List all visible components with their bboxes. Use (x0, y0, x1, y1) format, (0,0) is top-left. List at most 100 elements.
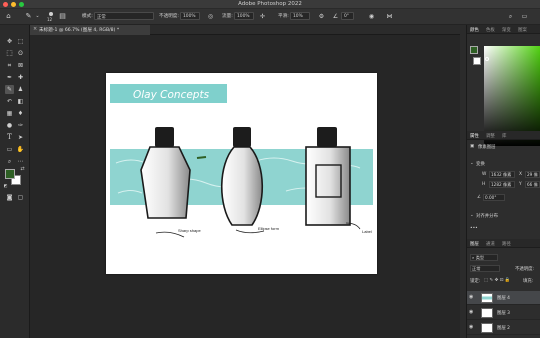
eye-icon[interactable]: ◉ (469, 294, 473, 300)
align-label: 对齐并分布 (476, 214, 498, 219)
home-icon[interactable]: ⌂ (4, 12, 13, 21)
rotation-input[interactable]: 0.00° (483, 194, 505, 201)
clone-stamp-tool-icon[interactable]: ♟ (16, 85, 25, 94)
tab-color[interactable]: 颜色 (470, 27, 479, 33)
flow-input[interactable]: 100% (234, 12, 254, 20)
eye-icon[interactable]: ◉ (469, 309, 473, 315)
quick-mask-icon[interactable]: ◙ (5, 193, 14, 202)
history-brush-tool-icon[interactable]: ↶ (5, 97, 14, 106)
smoothing-input[interactable]: 10% (290, 12, 310, 20)
layers-panel-tabs: 图层 通道 路径 (467, 239, 540, 248)
document-tab[interactable]: × 未标题-1 @ 66.7% (图层 4, RGB/8) * (30, 25, 150, 35)
caption-ellipse-form: Ellipse form (258, 226, 280, 231)
banner-title-text: Olay Concepts (133, 89, 210, 101)
fill-label: 填充: (523, 279, 534, 284)
layer-row[interactable]: ◉ 图层 2 (467, 321, 540, 335)
search-icon[interactable]: ⌕ (506, 12, 515, 21)
tab-gradients[interactable]: 渐变 (502, 27, 511, 33)
align-section-toggle[interactable]: ⌄ (470, 213, 474, 218)
move-tool-icon[interactable]: ✥ (5, 37, 14, 46)
pressure-opacity-icon[interactable]: ◎ (206, 12, 215, 21)
brush-dot-icon (49, 12, 53, 16)
more-options-icon[interactable]: ••• (470, 226, 478, 231)
y-label: Y (519, 182, 522, 187)
layer-row[interactable]: ◉ 图层 4 (467, 291, 540, 305)
brush-tool-preset-icon[interactable]: ✎ (24, 12, 33, 21)
color-panel-bg-swatch[interactable] (473, 57, 481, 65)
blend-mode-select[interactable]: 正常 (470, 265, 500, 272)
canvas-area[interactable]: Olay Concepts Sharp shape Ellipse form L… (30, 35, 460, 338)
gradient-tool-icon[interactable]: ▦ (5, 109, 14, 118)
frame-tool-icon[interactable]: ⊠ (16, 61, 25, 70)
hand-tool-icon[interactable]: ✋ (16, 145, 25, 154)
pressure-size-icon[interactable]: ◉ (367, 12, 376, 21)
x-input[interactable]: 29 像 (525, 171, 540, 178)
brush-size-value: 12 (47, 17, 53, 22)
brush-preset-picker[interactable]: 12 (45, 12, 57, 22)
tab-patterns[interactable]: 图案 (518, 27, 527, 33)
tab-channels[interactable]: 通道 (486, 241, 495, 247)
airbrush-icon[interactable]: ✢ (258, 12, 267, 21)
artboard-tool-icon[interactable]: ⬚ (16, 37, 25, 46)
toolbar: ✥ ⬚ ⬚ ʘ ⌗ ⊠ ✒ ✚ ✎ ♟ ↶ ◧ ▦ ♦ ● ✑ T ➤ ▭ ✋ … (0, 25, 30, 338)
width-input[interactable]: 1632 像素 (489, 171, 515, 178)
gear-icon[interactable]: ⚙ (317, 12, 326, 21)
h-label: H (482, 182, 486, 187)
close-icon[interactable]: × (33, 26, 37, 32)
layer-kind-icon: ▣ (470, 144, 475, 149)
layer-row[interactable]: ◉ 图层 3 (467, 306, 540, 320)
layer-name: 图层 3 (497, 311, 510, 316)
screen-mode-icon[interactable]: ▢ (16, 193, 25, 202)
x-label: X (519, 172, 523, 177)
tab-layers[interactable]: 图层 (470, 241, 479, 247)
lock-icons[interactable]: ⬚ ✎ ✥ ⊡ 🔒 (484, 278, 510, 283)
eyedropper-tool-icon[interactable]: ✒ (5, 73, 14, 82)
chevron-down-icon[interactable]: ⌄ (33, 12, 42, 21)
layer-filter-label: 类型 (475, 255, 485, 260)
rectangle-tool-icon[interactable]: ▭ (5, 145, 14, 154)
swap-colors-icon[interactable]: ⇄ (18, 165, 27, 174)
symmetry-icon[interactable]: ⋈ (385, 12, 394, 21)
angle-input[interactable]: 0° (341, 12, 354, 20)
tab-paths[interactable]: 路径 (502, 241, 511, 247)
transform-section-toggle[interactable]: ⌄ (470, 161, 474, 166)
document-tab-label: 未标题-1 @ 66.7% (图层 4, RGB/8) * (39, 28, 120, 33)
flow-label: 流量: (222, 14, 233, 19)
layer-filter-select[interactable]: ⌕ 类型 (470, 254, 498, 261)
document-canvas[interactable]: Olay Concepts Sharp shape Ellipse form L… (106, 73, 377, 274)
blur-tool-icon[interactable]: ♦ (16, 109, 25, 118)
crop-tool-icon[interactable]: ⌗ (5, 61, 14, 70)
healing-brush-tool-icon[interactable]: ✚ (16, 73, 25, 82)
eraser-tool-icon[interactable]: ◧ (16, 97, 25, 106)
path-selection-tool-icon[interactable]: ➤ (16, 133, 25, 142)
caption-label: Label (362, 229, 372, 234)
brush-tool-icon[interactable]: ✎ (5, 85, 14, 94)
color-panel-tabs: 颜色 色板 渐变 图案 (467, 25, 540, 34)
foreground-color-swatch[interactable] (5, 169, 15, 179)
layer-thumbnail (481, 308, 493, 318)
brush-settings-panel-icon[interactable]: ▤ (58, 12, 67, 21)
type-tool-icon[interactable]: T (5, 133, 14, 142)
app-title: Adobe Photoshop 2022 (238, 1, 302, 7)
title-bar: Adobe Photoshop 2022 (0, 0, 540, 9)
opacity-input[interactable]: 100% (180, 12, 200, 20)
default-colors-icon[interactable]: ◩ (1, 181, 10, 190)
workspace-icon[interactable]: ▭ (520, 12, 529, 21)
y-input[interactable]: 66 像 (525, 181, 540, 188)
w-label: W (482, 172, 487, 177)
marquee-tool-icon[interactable]: ⬚ (5, 49, 14, 58)
tab-properties[interactable]: 属性 (470, 133, 479, 139)
tab-adjustments[interactable]: 调整 (486, 133, 495, 139)
lasso-tool-icon[interactable]: ʘ (16, 49, 25, 58)
mode-select[interactable]: 正常 (94, 12, 154, 20)
eye-icon[interactable]: ◉ (469, 324, 473, 330)
dodge-tool-icon[interactable]: ● (5, 121, 14, 130)
height-input[interactable]: 1282 像素 (489, 181, 515, 188)
pen-tool-icon[interactable]: ✑ (16, 121, 25, 130)
color-panel-fg-swatch[interactable] (470, 46, 478, 54)
tab-libraries[interactable]: 库 (502, 133, 506, 139)
lock-label: 锁定: (470, 279, 481, 284)
zoom-tool-icon[interactable]: ⌕ (5, 157, 14, 166)
tab-swatches[interactable]: 色板 (486, 27, 495, 33)
color-picker-handle[interactable] (485, 57, 489, 61)
